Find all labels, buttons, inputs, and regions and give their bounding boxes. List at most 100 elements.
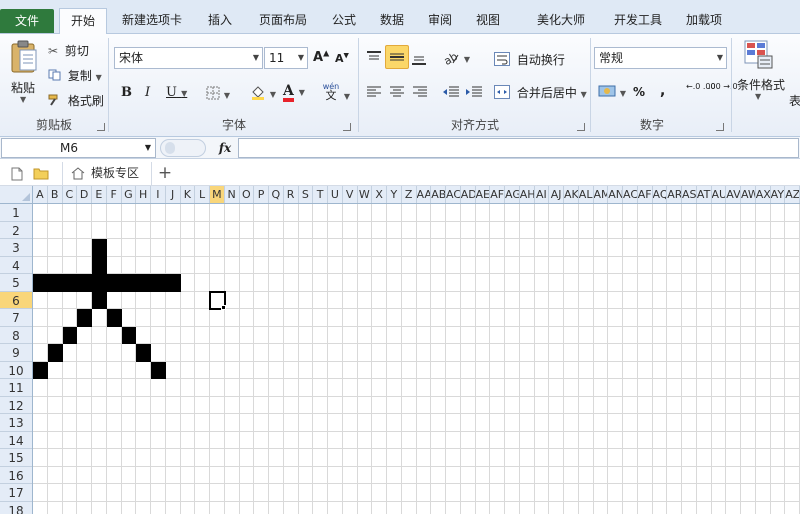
cell[interactable]	[505, 431, 520, 449]
cell[interactable]	[741, 361, 756, 379]
cell[interactable]	[519, 326, 535, 344]
cell[interactable]	[785, 221, 800, 239]
cell[interactable]	[578, 309, 594, 327]
cell[interactable]	[755, 361, 771, 379]
cell-grid[interactable]	[33, 204, 800, 514]
cell[interactable]	[505, 449, 520, 467]
cell[interactable]	[755, 449, 771, 467]
cell[interactable]	[475, 309, 491, 327]
cell[interactable]	[711, 239, 727, 257]
cell[interactable]	[47, 396, 63, 414]
cell[interactable]	[77, 344, 92, 362]
cell[interactable]	[195, 221, 210, 239]
cell[interactable]	[711, 361, 727, 379]
cell[interactable]	[121, 204, 137, 222]
cell[interactable]	[416, 379, 432, 397]
fill-color-dropdown-icon[interactable]: ▼	[270, 90, 276, 99]
column-header[interactable]: AG	[505, 186, 520, 203]
cell[interactable]	[608, 239, 623, 257]
cell[interactable]	[623, 239, 638, 257]
increase-decimal-button[interactable]: ←.0 .00	[686, 83, 716, 91]
cell[interactable]	[755, 291, 771, 309]
cell[interactable]	[682, 204, 697, 222]
cell[interactable]	[741, 239, 756, 257]
row-header[interactable]: 7	[0, 309, 32, 327]
cell[interactable]	[475, 431, 491, 449]
cell[interactable]	[239, 396, 255, 414]
cell[interactable]	[771, 501, 786, 514]
cell[interactable]	[254, 449, 269, 467]
cell[interactable]	[269, 379, 284, 397]
cell[interactable]	[711, 204, 727, 222]
cell[interactable]	[696, 239, 712, 257]
cell[interactable]	[77, 431, 92, 449]
cell[interactable]	[165, 449, 181, 467]
cell[interactable]	[92, 326, 107, 344]
cell[interactable]	[357, 449, 373, 467]
cell[interactable]	[416, 309, 432, 327]
cell[interactable]	[387, 484, 402, 502]
cell[interactable]	[107, 501, 122, 514]
column-header[interactable]: AZ	[785, 186, 800, 203]
cell[interactable]	[637, 466, 653, 484]
cell[interactable]	[210, 256, 225, 274]
cell[interactable]	[328, 204, 343, 222]
cell[interactable]	[357, 256, 373, 274]
column-header[interactable]: H	[136, 186, 151, 203]
cell[interactable]	[623, 501, 638, 514]
cell[interactable]	[682, 361, 697, 379]
cell[interactable]	[696, 361, 712, 379]
cell[interactable]	[62, 361, 78, 379]
cell[interactable]	[549, 414, 564, 432]
cell[interactable]	[770, 344, 786, 362]
cell[interactable]	[328, 256, 343, 274]
cell[interactable]	[283, 379, 299, 397]
cut-button[interactable]: ✂ 剪切	[48, 42, 89, 59]
cell[interactable]	[490, 379, 505, 397]
cell[interactable]	[239, 466, 255, 484]
borders-dropdown-icon[interactable]: ▼	[224, 91, 230, 100]
cell[interactable]	[224, 396, 240, 414]
cell[interactable]	[416, 344, 432, 362]
cell[interactable]	[446, 256, 461, 274]
cell[interactable]	[254, 274, 269, 292]
cell[interactable]	[741, 309, 756, 327]
cell[interactable]	[313, 449, 328, 467]
comma-button[interactable]: ,	[660, 83, 665, 99]
cell[interactable]	[298, 274, 314, 292]
column-header[interactable]: AF	[638, 186, 653, 203]
cell[interactable]	[475, 449, 491, 467]
column-header[interactable]: AB	[431, 186, 446, 203]
cell[interactable]	[401, 239, 417, 257]
cell[interactable]	[151, 501, 166, 514]
cell[interactable]	[239, 256, 255, 274]
cell[interactable]	[372, 466, 387, 484]
cell[interactable]	[180, 396, 196, 414]
cell[interactable]	[77, 291, 92, 309]
cell[interactable]	[269, 239, 284, 257]
cell[interactable]	[33, 431, 48, 449]
cell[interactable]	[313, 361, 328, 379]
cell[interactable]	[667, 204, 682, 222]
cell[interactable]	[357, 396, 373, 414]
cell[interactable]	[136, 309, 151, 327]
cell[interactable]	[92, 396, 107, 414]
cell[interactable]	[578, 431, 594, 449]
cell[interactable]	[682, 256, 697, 274]
cell[interactable]	[77, 361, 92, 379]
cell[interactable]	[224, 204, 240, 222]
cell[interactable]	[298, 396, 314, 414]
cell[interactable]	[357, 379, 373, 397]
cell[interactable]	[682, 309, 697, 327]
cell[interactable]	[298, 239, 314, 257]
cell[interactable]	[313, 484, 328, 502]
cell[interactable]	[342, 344, 358, 362]
cell[interactable]	[387, 379, 402, 397]
cell[interactable]	[741, 396, 756, 414]
cell[interactable]	[652, 396, 668, 414]
cell[interactable]	[519, 274, 535, 292]
cell[interactable]	[180, 291, 196, 309]
cell[interactable]	[637, 221, 653, 239]
cell[interactable]	[180, 414, 196, 432]
cell[interactable]	[328, 466, 343, 484]
